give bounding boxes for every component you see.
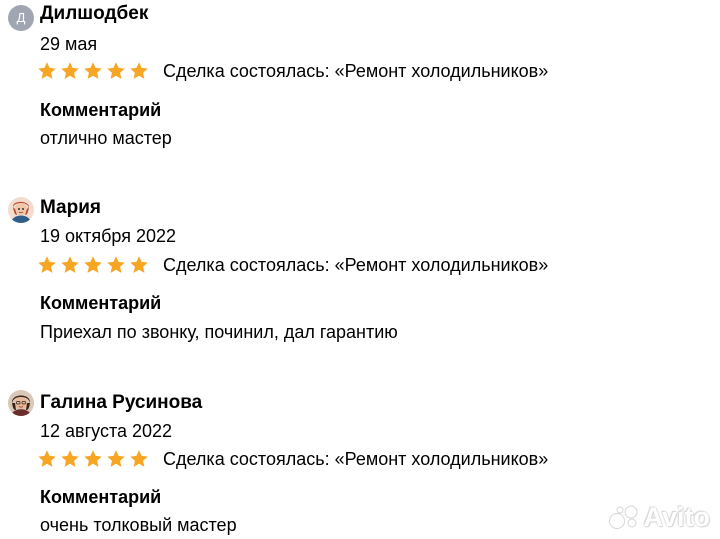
review-author[interactable]: Мария — [40, 196, 101, 220]
star-icon — [130, 62, 148, 79]
avatar-image — [8, 197, 34, 223]
avatar[interactable] — [8, 197, 34, 223]
star-icon — [84, 62, 102, 79]
avatar-image — [8, 390, 34, 416]
rating-stars — [37, 447, 152, 471]
star-icon — [84, 256, 102, 273]
deal-info: Сделка состоялась: «Ремонт холодильников… — [163, 449, 549, 469]
star-icon — [61, 256, 79, 273]
star-icon — [130, 256, 148, 273]
deal-info: Сделка состоялась: «Ремонт холодильников… — [163, 255, 549, 275]
avatar[interactable] — [8, 390, 34, 416]
review-author[interactable]: Дилшодбек — [40, 2, 148, 26]
review-date: 29 мая — [40, 34, 98, 54]
avatar-letter: Д — [16, 10, 26, 25]
star-icon — [61, 62, 79, 79]
comment-label: Комментарий — [40, 487, 162, 507]
star-icon — [38, 256, 56, 273]
avito-logo-icon — [608, 505, 637, 529]
star-icon — [38, 450, 56, 467]
review-date: 19 октября 2022 — [40, 226, 177, 246]
star-icon — [61, 450, 79, 467]
deal-info: Сделка состоялась: «Ремонт холодильников… — [163, 61, 549, 81]
avito-watermark: Avito — [607, 502, 711, 532]
star-icon — [107, 256, 125, 273]
star-icon — [107, 62, 125, 79]
star-icon — [107, 450, 125, 467]
comment-text: очень толковый мастер — [40, 515, 237, 535]
comment-label: Комментарий — [40, 293, 162, 313]
comment-text: Приехал по звонку, починил, дал гарантию — [40, 322, 398, 342]
rating-stars — [37, 253, 152, 277]
avatar[interactable]: Д — [8, 5, 34, 31]
star-icon — [130, 450, 148, 467]
comment-label: Комментарий — [40, 100, 162, 120]
watermark-text: Avito — [643, 502, 711, 532]
star-icon — [38, 62, 56, 79]
star-icon — [84, 450, 102, 467]
review-date: 12 августа 2022 — [40, 421, 173, 441]
review-author[interactable]: Галина Русинова — [40, 391, 202, 415]
comment-text: отлично мастер — [40, 128, 172, 148]
rating-stars — [37, 59, 152, 83]
